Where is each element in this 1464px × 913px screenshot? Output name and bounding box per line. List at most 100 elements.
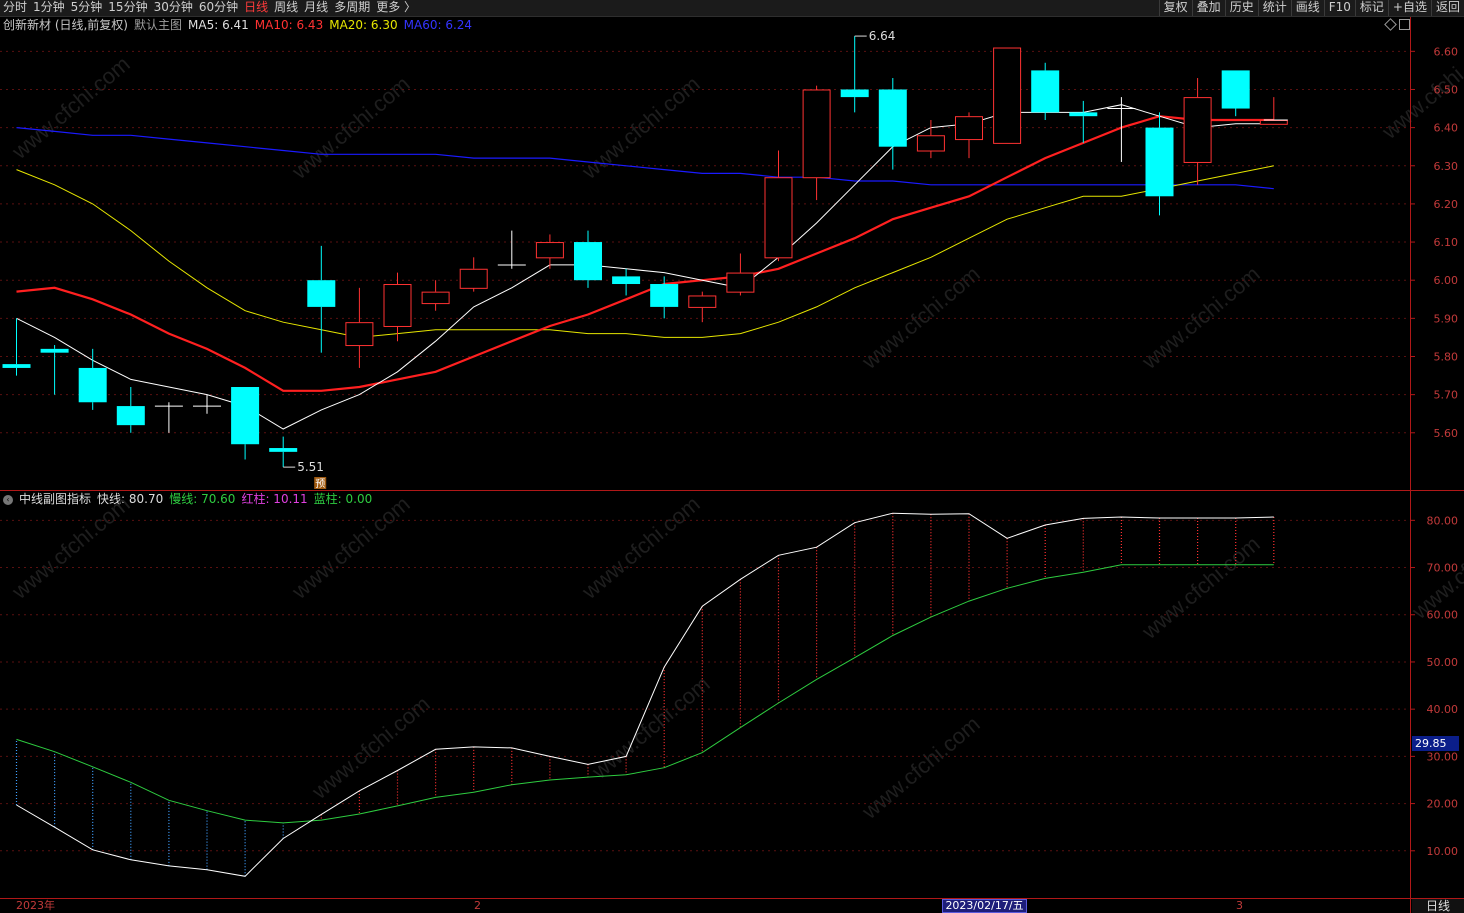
period-tab[interactable]: 5分钟	[68, 0, 106, 16]
watermark-text: www.cfchi.com	[286, 71, 414, 184]
fast-line	[16, 512, 1274, 877]
toolbar-button[interactable]: 画线	[1290, 0, 1324, 16]
period-tab[interactable]: 1分钟	[30, 0, 68, 16]
period-tab[interactable]: 15分钟	[105, 0, 150, 16]
candle	[78, 348, 107, 410]
candle	[878, 78, 907, 170]
watermark-text: www.cfchi.com	[6, 51, 134, 164]
period-corner-label[interactable]: 日线	[1412, 899, 1464, 913]
candle	[916, 119, 945, 159]
candle-body	[383, 284, 412, 327]
sub-tick-label: 20.00	[1427, 798, 1459, 811]
main-indicator-name[interactable]: 默认主图	[134, 18, 182, 33]
candle	[1107, 97, 1136, 162]
candle	[459, 257, 488, 292]
main-chart-legend: 创新新材 (日线,前复权) 默认主图 MA5: 6.41 MA10: 6.43 …	[3, 18, 478, 33]
period-tab[interactable]: 分时	[0, 0, 30, 16]
candle	[802, 85, 831, 201]
candle	[1221, 70, 1250, 117]
candle-body	[269, 448, 298, 452]
watermark-layer: www.cfchi.com www.cfchi.com www.cfchi.com w…	[6, 31, 1464, 824]
sub-tick-label: 50.00	[1427, 656, 1459, 669]
sub-indicator-name[interactable]: 中线副图指标	[19, 492, 91, 507]
candle-body	[421, 291, 450, 305]
date-feb: 2	[474, 899, 481, 912]
candle-body	[2, 364, 31, 368]
candle-body	[840, 89, 869, 98]
ma20-line	[16, 165, 1274, 338]
red-bar-value: 红柱: 10.11	[241, 492, 308, 506]
period-tab[interactable]: 更多 〉	[373, 0, 419, 16]
price-tick-label: 6.10	[1434, 236, 1459, 249]
watermark-text: www.cfchi.com	[1406, 511, 1464, 624]
toolbar-button[interactable]: 返回	[1430, 0, 1464, 16]
blue-bar-value: 蓝柱: 0.00	[313, 492, 373, 506]
candle	[2, 318, 31, 376]
date-year: 2023年	[16, 899, 55, 912]
toolbar-button[interactable]: 历史	[1224, 0, 1258, 16]
maximize-icon[interactable]	[1399, 19, 1410, 30]
toolbar-button[interactable]: 叠加	[1191, 0, 1225, 16]
candle	[1259, 97, 1288, 125]
stock-title[interactable]: 创新新材 (日线,前复权)	[3, 18, 128, 33]
candle-body	[307, 280, 336, 307]
candle-body	[345, 322, 374, 347]
ma10-line	[16, 115, 1274, 392]
period-tab[interactable]: 日线	[241, 0, 271, 16]
date-cursor-label: 2023/02/17/五	[942, 899, 1027, 913]
price-tick-label: 6.60	[1434, 45, 1459, 58]
toolbar-button[interactable]: F10	[1323, 0, 1355, 16]
candle-body	[459, 268, 488, 289]
ma60-line	[16, 127, 1274, 190]
candle-body	[1259, 119, 1288, 125]
period-tab[interactable]: 60分钟	[196, 0, 241, 16]
period-tab[interactable]: 月线	[301, 0, 331, 16]
slow-line-value: 慢线: 70.60	[169, 492, 236, 506]
candle-body	[1145, 127, 1174, 197]
candle	[116, 387, 145, 433]
kline-chart[interactable]: www.cfchi.com www.cfchi.com www.cfchi.com w…	[0, 0, 1464, 913]
diamond-icon[interactable]	[1384, 18, 1397, 31]
candle-body	[1221, 70, 1250, 109]
chart-frame	[0, 17, 1464, 913]
candle-body	[574, 242, 602, 281]
high-price-label: 6.64	[869, 29, 896, 43]
ma60-value: MA60: 6.24	[403, 18, 473, 32]
toolbar-button[interactable]: 统计	[1257, 0, 1291, 16]
ma5-value: MA5: 6.41	[188, 18, 249, 32]
watermark-text: www.cfchi.com	[6, 491, 134, 604]
toolbar-tools: 复权 叠加 历史 统计 画线 F10 标记 +自选 返回	[1158, 0, 1464, 16]
candle	[40, 345, 69, 395]
forecast-badge-label: 预	[315, 478, 325, 490]
period-tabs: 分时 1分钟 5分钟 15分钟 30分钟 60分钟 日线 周线 月线 多周期 更多 〉	[0, 0, 419, 16]
candle-body	[612, 276, 641, 285]
price-tick-label: 5.80	[1434, 350, 1459, 363]
watermark-text: www.cfchi.com	[306, 691, 434, 804]
collapse-icon[interactable]: ‹	[3, 494, 13, 505]
price-tick-label: 6.50	[1434, 83, 1459, 96]
toolbar-button[interactable]: 复权	[1158, 0, 1192, 16]
period-tab[interactable]: 30分钟	[151, 0, 196, 16]
watermark-text: www.cfchi.com	[856, 261, 984, 374]
candle-body	[916, 135, 945, 152]
candle-body	[40, 348, 69, 353]
watermark-text: www.cfchi.com	[856, 711, 984, 824]
toolbar-button[interactable]: 标记	[1354, 0, 1388, 16]
price-tick-label: 6.20	[1434, 198, 1459, 211]
candle	[650, 276, 679, 319]
cursor-value-box: 29.85	[1412, 736, 1459, 751]
toolbar-button[interactable]: +自选	[1387, 0, 1431, 16]
candle	[193, 394, 221, 414]
candle	[612, 268, 641, 296]
period-tab[interactable]: 多周期	[331, 0, 373, 16]
sub-tick-label: 60.00	[1427, 609, 1459, 622]
candle-body	[878, 89, 907, 147]
annotations: 6.64 5.51 预	[283, 29, 895, 490]
moving-averages	[16, 104, 1274, 430]
candle-body	[78, 367, 107, 403]
candle	[955, 112, 983, 159]
candle	[1145, 112, 1174, 216]
candle-body	[1031, 70, 1060, 113]
period-tab[interactable]: 周线	[271, 0, 301, 16]
watermark-text: www.cfchi.com	[286, 491, 414, 604]
